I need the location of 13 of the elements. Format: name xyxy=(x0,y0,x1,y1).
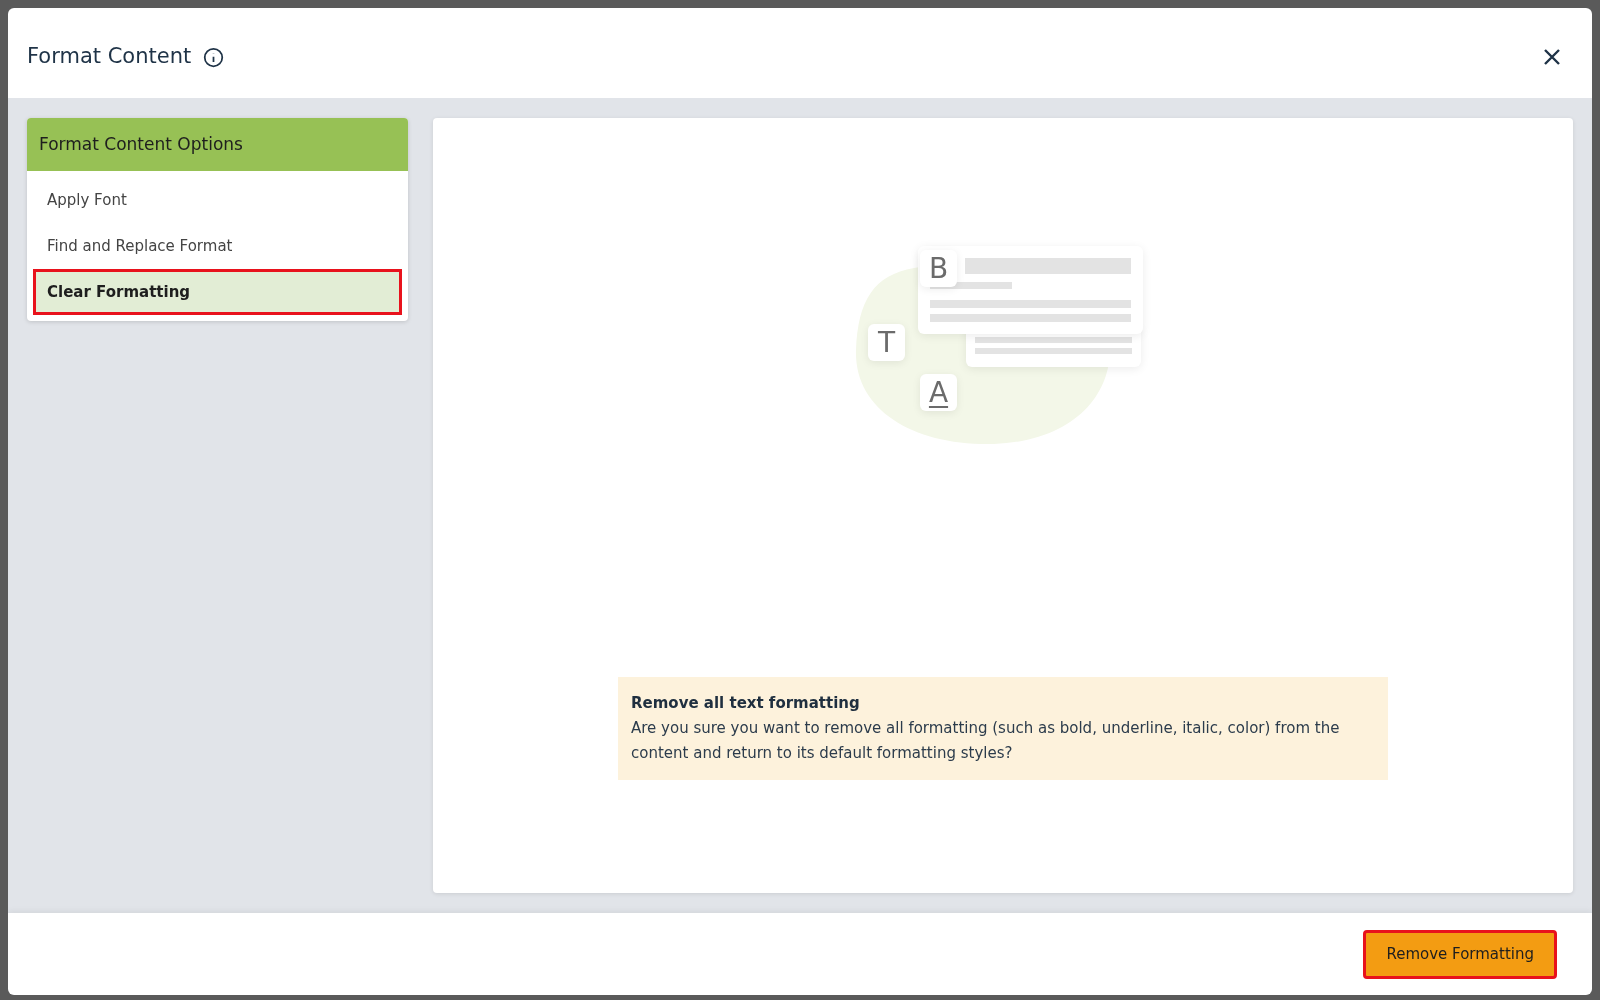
notice-title: Remove all text formatting xyxy=(631,693,861,714)
option-item[interactable]: Apply Font xyxy=(33,177,402,223)
dialog-title: Format Content xyxy=(27,43,192,71)
panel-title: Format Content Options xyxy=(39,132,243,156)
letter-tile: B xyxy=(920,250,957,287)
notice-text: Are you sure you want to remove all formatting (such as bold, underline, italic, color) from the content and return to its default formatting styles? xyxy=(631,718,1341,764)
info-icon[interactable] xyxy=(203,46,225,68)
close-icon xyxy=(1542,47,1562,67)
letter-tile: A xyxy=(920,374,957,411)
option-item[interactable]: Clear Formatting xyxy=(33,269,402,315)
remove-formatting-button[interactable]: Remove Formatting xyxy=(1363,929,1557,979)
letter-tile: T xyxy=(868,324,905,361)
option-item[interactable]: Find and Replace Format xyxy=(33,223,402,269)
